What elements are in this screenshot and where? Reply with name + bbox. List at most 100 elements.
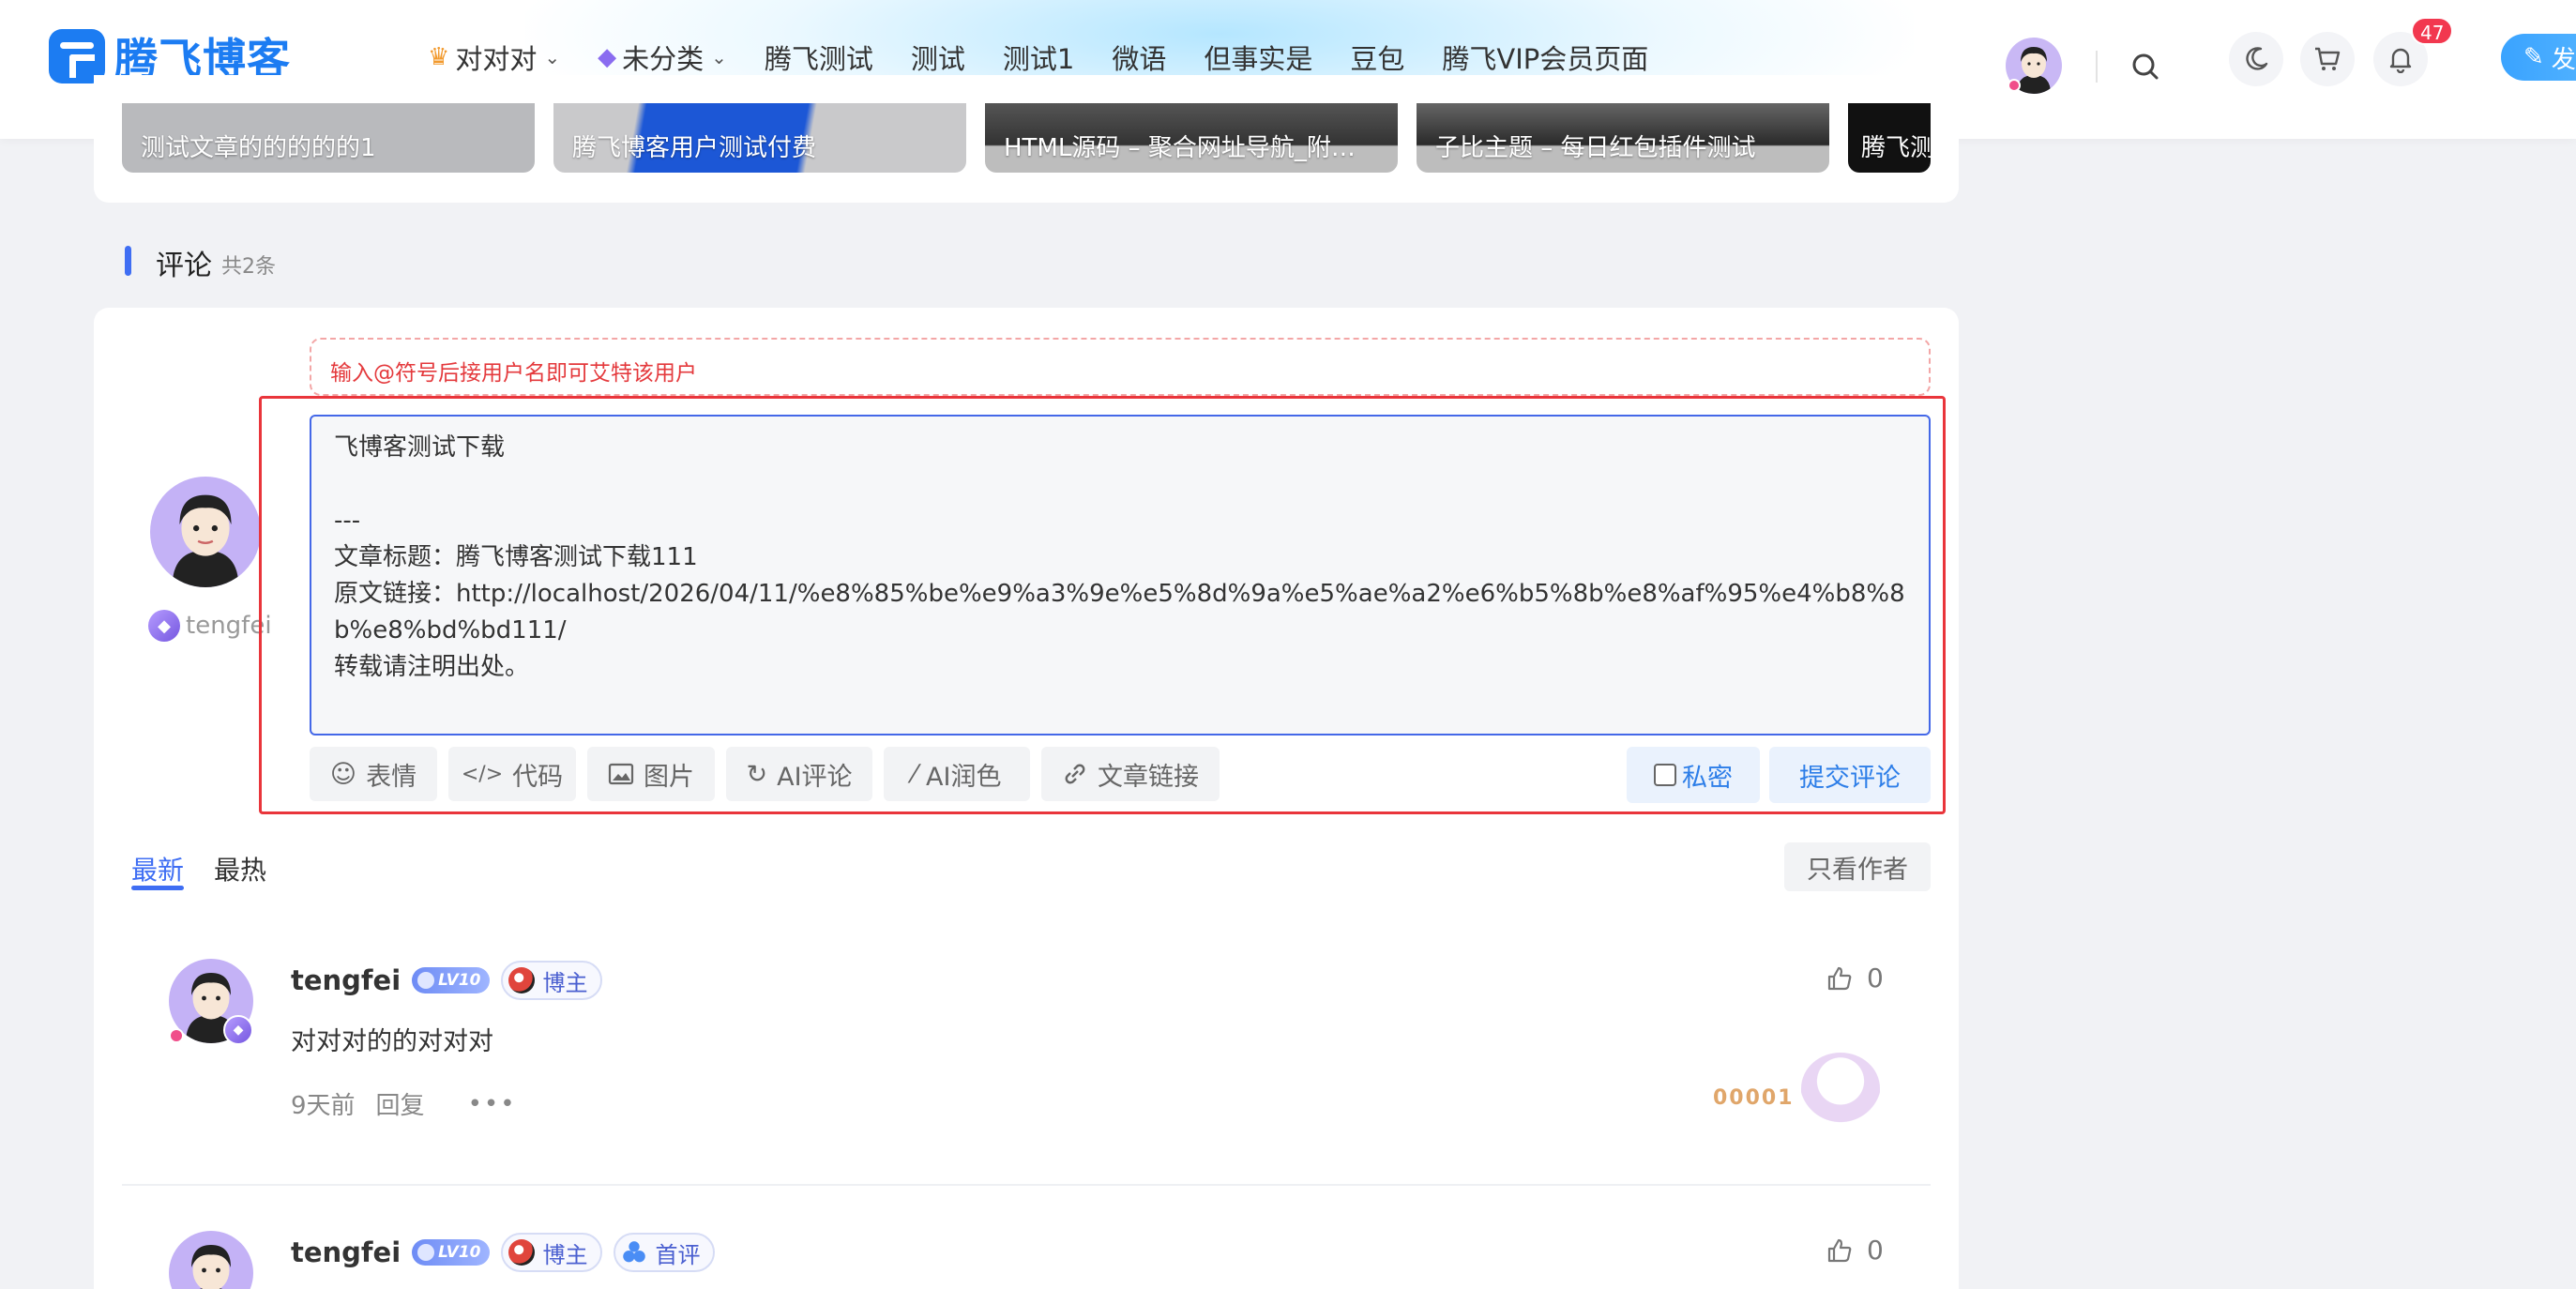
weibo-icon [508, 967, 536, 993]
comments-title: 评论 [156, 250, 212, 282]
more-options-icon[interactable]: ••• [468, 1090, 517, 1118]
tab-latest[interactable]: 最新 [131, 850, 184, 887]
chevron-down-icon: ⌄ [711, 46, 727, 68]
nav-item-label: 未分类 [622, 43, 705, 75]
crown-icon: ♛ [428, 43, 450, 71]
code-button[interactable]: </> 代码 [448, 747, 576, 801]
private-checkbox[interactable] [1654, 764, 1676, 786]
vip-gem-icon: ◆ [223, 1015, 253, 1045]
comment-header: tengfei LV10 博主 首评 [291, 1233, 716, 1272]
related-post-card[interactable]: 腾飞测 [1848, 103, 1931, 173]
magic-wand-icon: ⁄ [912, 759, 917, 789]
anime-character-icon [1801, 1053, 1880, 1124]
related-post-card[interactable]: 测试文章的的的的的1 [122, 103, 535, 173]
nav-item-uncategorized[interactable]: ◆ 未分类 ⌄ [598, 38, 727, 77]
blogger-tag: 博主 [501, 961, 603, 1000]
main-nav: ♛ 对对对 ⌄ ◆ 未分类 ⌄ 腾飞测试 测试 测试1 微语 但事实是 豆包 腾… [428, 34, 1686, 81]
level-badge: LV10 [412, 1239, 491, 1266]
nav-item-vip-page[interactable]: 腾飞VIP会员页面 [1442, 38, 1648, 77]
nav-item-danshishishi[interactable]: 但事实是 [1204, 38, 1312, 77]
ai-polish-button[interactable]: ⁄ AI润色 [884, 747, 1030, 801]
nav-item-weiyu[interactable]: 微语 [1112, 38, 1166, 77]
bell-icon [2389, 48, 2412, 73]
related-post-card[interactable]: HTML源码 – 聚合网址导航_附… [985, 103, 1398, 173]
nav-item-test[interactable]: 测试 [911, 38, 965, 77]
ai-comment-button[interactable]: ↻ AI评论 [726, 747, 872, 801]
tool-label: AI评论 [777, 762, 853, 792]
comments-count: 共2条 [221, 255, 276, 279]
level-badge: LV10 [412, 967, 491, 993]
header-separator [2096, 51, 2098, 83]
level-label: LV10 [438, 1243, 481, 1262]
tool-label: AI润色 [926, 762, 1002, 792]
tag-label: 博主 [542, 969, 588, 996]
related-post-card[interactable]: 腾飞博客用户测试付费 [553, 103, 966, 173]
active-tab-underline [131, 886, 184, 890]
decoration-number: 00001 [1713, 1086, 1795, 1110]
online-status-dot [2008, 79, 2021, 92]
level-label: LV10 [438, 971, 481, 990]
author-only-button[interactable]: 只看作者 [1784, 842, 1931, 891]
search-icon[interactable] [2128, 47, 2165, 84]
vip-gem-icon: ◆ [148, 610, 180, 642]
nav-item-duiduidui[interactable]: ♛ 对对对 ⌄ [428, 38, 560, 77]
comment-author-name[interactable]: tengfei [291, 964, 401, 996]
comment-time: 9天前 [291, 1092, 356, 1120]
related-post-title: 测试文章的的的的的1 [141, 134, 376, 162]
related-post-title: 腾飞测 [1861, 134, 1931, 162]
emoji-button[interactable]: ☺ 表情 [310, 747, 437, 801]
blogger-tag: 博主 [501, 1233, 603, 1272]
like-count: 0 [1867, 963, 1884, 993]
reply-button[interactable]: 回复 [376, 1086, 425, 1121]
private-label: 私密 [1682, 763, 1733, 793]
commenter-avatar [150, 477, 261, 587]
comment-header: tengfei LV10 博主 [291, 961, 603, 1000]
cluster-icon [621, 1239, 648, 1266]
thumbs-up-icon [1827, 1238, 1852, 1262]
avatar-frame-decoration: 00001 [1707, 1047, 1886, 1126]
comment-author-name[interactable]: tengfei [291, 1236, 401, 1268]
gem-icon: ◆ [598, 43, 617, 71]
tool-label: 表情 [366, 762, 417, 792]
new-post-button[interactable]: ✎ 发 [2501, 34, 2576, 81]
cart-button[interactable] [2300, 32, 2355, 86]
notification-count-badge: 47 [2411, 17, 2454, 45]
private-toggle[interactable]: 私密 [1627, 747, 1760, 803]
nav-item-tengfei-test[interactable]: 腾飞测试 [765, 38, 873, 77]
submit-comment-button[interactable]: 提交评论 [1769, 747, 1931, 803]
new-post-label: 发 [2551, 45, 2576, 74]
related-post-title: HTML源码 – 聚合网址导航_附… [1004, 134, 1356, 162]
nav-item-doubao[interactable]: 豆包 [1350, 38, 1404, 77]
tag-label: 博主 [542, 1241, 588, 1268]
tab-hottest[interactable]: 最热 [214, 850, 266, 887]
refresh-icon: ↻ [746, 759, 768, 789]
comment-meta: 9天前 回复 ••• [291, 1086, 517, 1121]
smile-icon: ☺ [329, 759, 357, 789]
moon-icon [2246, 47, 2268, 70]
comment-text: 对对对的的对对对 [291, 1027, 493, 1056]
comment-textarea[interactable]: 飞博客测试下载 --- 文章标题：腾飞博客测试下载111 原文链接：http:/… [310, 415, 1931, 735]
image-icon [608, 763, 634, 785]
thumbs-up-icon [1827, 966, 1852, 990]
related-post-card[interactable]: 子比主题 – 每日红包插件测试 [1417, 103, 1829, 173]
pencil-icon: ✎ [2523, 43, 2544, 71]
nav-item-test1[interactable]: 测试1 [1003, 38, 1074, 77]
weibo-icon [508, 1239, 536, 1266]
mention-hint-text: 输入@符号后接用户名即可艾特该用户 [330, 361, 697, 386]
link-icon [1065, 764, 1085, 784]
tool-label: 图片 [644, 762, 694, 792]
image-button[interactable]: 图片 [587, 747, 715, 801]
tool-label: 文章链接 [1098, 762, 1199, 792]
like-count: 0 [1867, 1235, 1884, 1266]
related-post-title: 腾飞博客用户测试付费 [572, 134, 817, 162]
tool-label: 代码 [512, 762, 564, 792]
code-icon: </> [461, 762, 504, 786]
article-link-button[interactable]: 文章链接 [1041, 747, 1220, 801]
related-post-title: 子比主题 – 每日红包插件测试 [1435, 134, 1756, 162]
like-button[interactable]: 0 [1826, 1235, 1884, 1266]
level-icon [417, 1244, 435, 1261]
section-accent-bar [125, 246, 131, 276]
chevron-down-icon: ⌄ [544, 46, 561, 68]
dark-mode-toggle[interactable] [2229, 32, 2283, 86]
like-button[interactable]: 0 [1826, 963, 1884, 993]
